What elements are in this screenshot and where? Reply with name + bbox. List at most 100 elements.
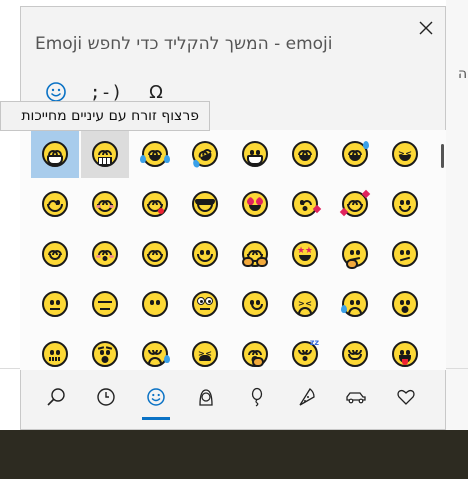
emoji-rolling-laughing[interactable] bbox=[181, 130, 229, 178]
emoji-kissing-heart[interactable] bbox=[281, 180, 329, 228]
hushed-icon bbox=[92, 341, 118, 367]
emoji-yum[interactable] bbox=[131, 180, 179, 228]
tab-people[interactable] bbox=[186, 380, 226, 414]
tired-icon: > < bbox=[192, 341, 218, 367]
zipper-mouth-icon bbox=[42, 341, 68, 367]
no-mouth-icon bbox=[142, 291, 168, 317]
tab-smileys-underline bbox=[142, 417, 170, 420]
emoji-tired[interactable]: > < bbox=[181, 330, 229, 370]
emoji-grinning[interactable] bbox=[231, 130, 279, 178]
hugging-icon bbox=[192, 241, 218, 267]
emoji-wink[interactable] bbox=[31, 180, 79, 228]
rolling-eyes-icon bbox=[192, 291, 218, 317]
close-button[interactable] bbox=[413, 15, 439, 41]
yawning-icon bbox=[242, 341, 268, 367]
emoji-relieved[interactable] bbox=[331, 330, 379, 370]
emoji-confused[interactable] bbox=[381, 230, 429, 278]
thinking-icon bbox=[342, 241, 368, 269]
emoji-sunglasses[interactable] bbox=[181, 180, 229, 228]
kissing-heart-icon bbox=[292, 191, 322, 217]
emoji-smiling-hearts[interactable] bbox=[331, 180, 379, 228]
neutral-icon bbox=[42, 291, 68, 317]
kissing-blush-icon bbox=[92, 241, 118, 267]
car-icon bbox=[346, 392, 366, 404]
grinning-smiling-eyes-icon bbox=[42, 141, 68, 167]
pizza-icon bbox=[299, 388, 315, 406]
smiling-hearts-icon bbox=[339, 189, 371, 217]
tab-celebrations[interactable] bbox=[236, 380, 276, 414]
tab-travel[interactable] bbox=[336, 380, 376, 414]
emoji-yawning[interactable] bbox=[231, 330, 279, 370]
emoji-hugging-hands[interactable] bbox=[231, 230, 279, 278]
emoji-hushed[interactable] bbox=[81, 330, 129, 370]
close-icon bbox=[419, 21, 433, 35]
grimacing-icon bbox=[92, 141, 118, 167]
emoji-hugging[interactable] bbox=[181, 230, 229, 278]
laughing-icon: > < bbox=[392, 141, 418, 167]
wink-icon bbox=[42, 191, 68, 217]
emoji-expressionless[interactable] bbox=[81, 280, 129, 328]
sweat-smile-icon bbox=[342, 141, 369, 167]
person-icon bbox=[199, 389, 213, 406]
star-struck-icon: ★ ★ bbox=[292, 241, 318, 267]
smiley-icon bbox=[46, 82, 66, 102]
emoji-kissing-blush[interactable] bbox=[81, 230, 129, 278]
heart-eyes-icon bbox=[242, 191, 268, 217]
smile-icon bbox=[292, 141, 318, 167]
emoji-relaxed[interactable] bbox=[31, 230, 79, 278]
emoji-rolling-eyes[interactable] bbox=[181, 280, 229, 328]
kaomoji-icon: ;-) bbox=[89, 81, 123, 103]
slight-smile-icon bbox=[392, 191, 418, 217]
emoji-search-text[interactable]: Emoji המשך להקליד כדי לחפש - emoji bbox=[35, 29, 385, 59]
rolling-laughing-icon bbox=[187, 136, 223, 172]
relaxed-icon bbox=[42, 241, 68, 267]
bottom-category-bar bbox=[20, 372, 446, 428]
emoji-blush[interactable] bbox=[81, 180, 129, 228]
emoji-sleeping[interactable]: zz bbox=[281, 330, 329, 370]
background-text: ה bbox=[458, 66, 468, 82]
hugging-hands-icon bbox=[242, 241, 268, 267]
expressionless-icon bbox=[92, 291, 118, 317]
search-icon bbox=[47, 388, 65, 406]
tab-search[interactable] bbox=[36, 380, 76, 414]
emoji-smiling-eyes[interactable] bbox=[131, 230, 179, 278]
emoji-open-mouth[interactable] bbox=[381, 280, 429, 328]
tab-smileys[interactable] bbox=[136, 380, 176, 420]
emoji-sleepy[interactable] bbox=[131, 330, 179, 370]
emoji-grid-scrollbar[interactable] bbox=[441, 144, 444, 168]
tab-food[interactable] bbox=[286, 380, 326, 414]
emoji-neutral[interactable] bbox=[31, 280, 79, 328]
yum-icon bbox=[142, 191, 168, 217]
emoji-smile[interactable] bbox=[281, 130, 329, 178]
emoji-zipper-mouth[interactable] bbox=[31, 330, 79, 370]
emoji-no-mouth[interactable] bbox=[131, 280, 179, 328]
emoji-sweat-smile[interactable] bbox=[331, 130, 379, 178]
emoji-heart-eyes[interactable] bbox=[231, 180, 279, 228]
balloon-icon bbox=[251, 387, 263, 407]
emoji-tooltip: פרצוף זורח עם עיניים מחייכות bbox=[0, 101, 210, 131]
emoji-laughing[interactable]: > < bbox=[381, 130, 429, 178]
tongue-out-icon bbox=[392, 341, 418, 367]
emoji-slight-smile[interactable] bbox=[381, 180, 429, 228]
open-mouth-icon bbox=[392, 291, 418, 317]
tab-recent[interactable] bbox=[86, 380, 126, 414]
background-window-edge bbox=[446, 0, 468, 430]
emoji-thinking[interactable] bbox=[331, 230, 379, 278]
grinning-icon bbox=[242, 141, 268, 167]
sleeping-icon: zz bbox=[292, 338, 319, 367]
emoji-disappointed-relieved[interactable] bbox=[331, 280, 379, 328]
blush-icon bbox=[92, 191, 118, 217]
emoji-joy[interactable] bbox=[131, 130, 179, 178]
emoji-star-struck[interactable]: ★ ★ bbox=[281, 230, 329, 278]
heart-icon bbox=[397, 389, 415, 405]
emoji-grimacing[interactable] bbox=[81, 130, 129, 178]
emoji-grid: > < ★ ★ > < > < zz bbox=[20, 130, 446, 370]
emoji-grinning-smiling-eyes[interactable] bbox=[31, 130, 79, 178]
sleepy-icon bbox=[142, 341, 170, 367]
emoji-smirk[interactable] bbox=[231, 280, 279, 328]
emoji-persevering[interactable]: > < bbox=[281, 280, 329, 328]
sunglasses-icon bbox=[192, 191, 218, 217]
smiley-icon bbox=[147, 388, 165, 406]
tab-symbols-heart[interactable] bbox=[386, 380, 426, 414]
emoji-tongue-out[interactable] bbox=[381, 330, 429, 370]
